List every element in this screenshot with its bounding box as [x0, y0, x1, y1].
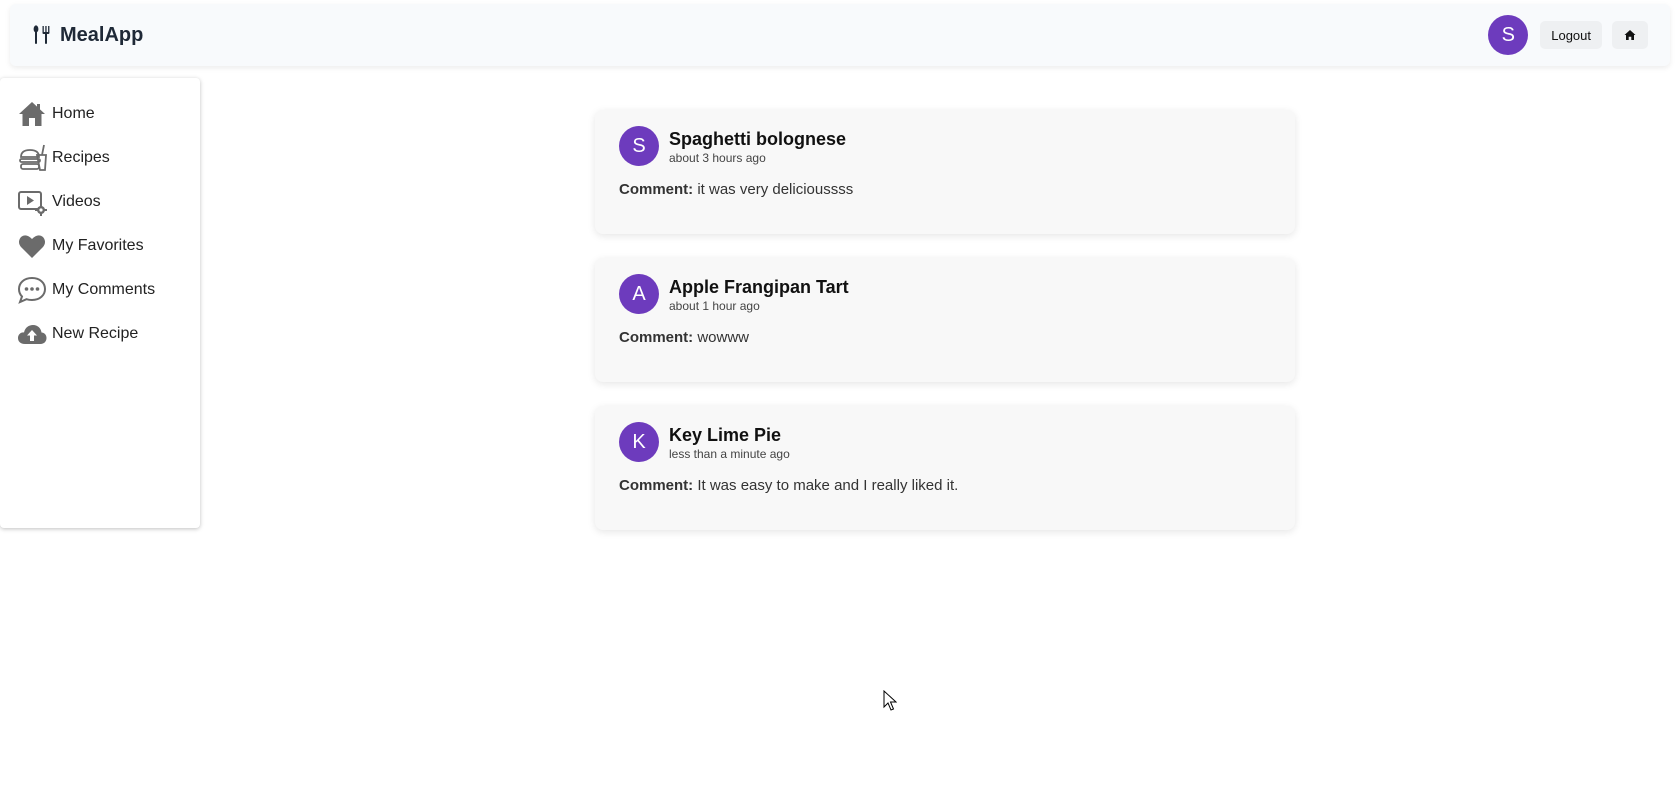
chat-bubble-icon — [17, 276, 47, 304]
sidebar-item-label: Home — [52, 105, 95, 122]
recipe-avatar: S — [619, 126, 659, 166]
home-button[interactable] — [1612, 21, 1648, 49]
comment-text-row: Comment: wowww — [619, 329, 1271, 346]
comment-timestamp: about 1 hour ago — [669, 298, 760, 313]
sidebar-item-home[interactable]: Home — [0, 92, 200, 136]
comment-label: Comment: — [619, 181, 694, 198]
comment-label: Comment: — [619, 477, 694, 494]
comment-text: it was very delicioussss — [697, 181, 854, 198]
sidebar-item-label: Videos — [52, 193, 101, 210]
recipe-avatar: K — [619, 422, 659, 462]
heart-icon — [19, 235, 45, 258]
comment-timestamp: less than a minute ago — [669, 446, 790, 461]
sidebar: Home Recipes Videos My Favorites My Comm… — [0, 78, 200, 528]
videos-icon — [18, 191, 47, 216]
user-avatar[interactable]: S — [1488, 15, 1529, 55]
comment-card: K Key Lime Pie less than a minute ago Co… — [595, 406, 1295, 530]
sidebar-item-label: New Recipe — [52, 325, 139, 342]
comment-text-row: Comment: it was very delicioussss — [619, 181, 1271, 198]
mouse-cursor-icon — [883, 690, 897, 711]
sidebar-item-favorites[interactable]: My Favorites — [0, 224, 200, 268]
comment-text: wowww — [697, 329, 750, 346]
comment-card: S Spaghetti bolognese about 3 hours ago … — [595, 110, 1295, 234]
comment-label: Comment: — [619, 329, 694, 346]
home-icon — [1624, 30, 1636, 40]
sidebar-item-label: My Comments — [52, 281, 156, 298]
comments-feed: S Spaghetti bolognese about 3 hours ago … — [595, 110, 1295, 554]
top-navbar: MealApp S Logout — [10, 4, 1670, 66]
comment-card: A Apple Frangipan Tart about 1 hour ago … — [595, 258, 1295, 382]
sidebar-item-label: Recipes — [52, 149, 110, 166]
brand[interactable]: MealApp — [32, 24, 143, 47]
sidebar-item-videos[interactable]: Videos — [0, 180, 200, 224]
home-icon — [19, 102, 45, 126]
comment-text: It was easy to make and I really liked i… — [697, 477, 959, 494]
comment-timestamp: about 3 hours ago — [669, 150, 766, 165]
recipe-title[interactable]: Key Lime Pie — [669, 424, 790, 446]
sidebar-item-label: My Favorites — [52, 237, 144, 254]
sidebar-item-recipes[interactable]: Recipes — [0, 136, 200, 180]
cloud-upload-icon — [18, 325, 47, 344]
recipe-title[interactable]: Apple Frangipan Tart — [669, 276, 849, 298]
recipes-icon — [19, 144, 47, 171]
brand-name: MealApp — [60, 23, 144, 46]
sidebar-item-comments[interactable]: My Comments — [0, 268, 200, 312]
sidebar-item-new-recipe[interactable]: New Recipe — [0, 312, 200, 356]
comment-text-row: Comment: It was easy to make and I reall… — [619, 477, 1271, 494]
fork-knife-icon — [33, 25, 50, 44]
recipe-title[interactable]: Spaghetti bolognese — [669, 128, 846, 150]
logout-button[interactable]: Logout — [1540, 21, 1602, 49]
recipe-avatar: A — [619, 274, 659, 314]
